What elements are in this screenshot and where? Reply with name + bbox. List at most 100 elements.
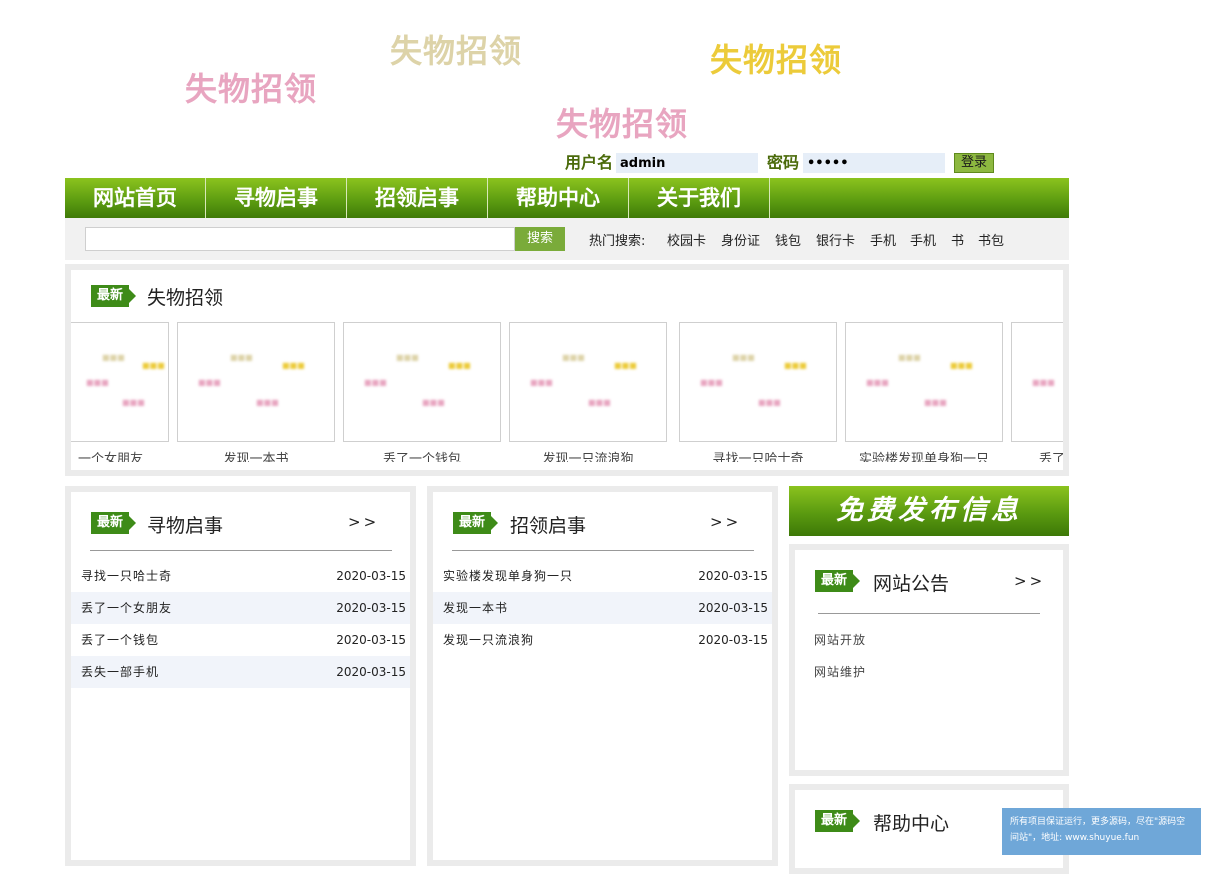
thumb-mark: ■■■ [198, 378, 221, 387]
card-caption: 实验楼发现单身狗一只 [858, 452, 989, 462]
nav-item-about[interactable]: 关于我们 [629, 178, 770, 218]
card-caption: 发现一本书 [223, 452, 289, 462]
row-date: 2020-03-15 [336, 601, 406, 615]
username-label: 用户名 [565, 153, 614, 172]
carousel-card[interactable]: ■■■ ■■■ ■■■ ■■■ 寻找一只哈士奇 [679, 322, 837, 462]
hot-keyword[interactable]: 书包 [978, 230, 1004, 249]
banner-watermark: 失物招领 [710, 41, 843, 79]
publish-info-button[interactable]: 免费发布信息 [789, 486, 1069, 536]
lost-title: 寻物启事 [147, 515, 224, 537]
banner-watermark: 失物招领 [390, 32, 523, 70]
card-caption: 寻找一只哈士奇 [712, 452, 804, 462]
announcement-more-link[interactable]: >> [1014, 572, 1045, 590]
card-caption: 发现一只流浪狗 [542, 452, 634, 462]
thumb-mark: ■■■ [614, 361, 637, 370]
thumb-mark: ■■■ [86, 378, 109, 387]
card-thumbnail: ■■■ ■■■ ■■■ ■■■ [177, 322, 335, 442]
hot-keyword[interactable]: 钱包 [775, 230, 801, 249]
thumb-mark: ■■■ [364, 378, 387, 387]
lost-more-link[interactable]: >> [348, 513, 379, 531]
row-title: 发现一只流浪狗 [443, 633, 535, 647]
carousel-card[interactable]: ■■■ ■■■ ■■■ ■■■ 发现一只流浪狗 [509, 322, 667, 462]
announcement-item[interactable]: 网站维护 [814, 663, 866, 680]
latest-carousel: ■■■ ■■■ ■■■ ■■■ 一个女朋友 ■■■ ■■■ ■■■ ■■■ 发现… [71, 322, 1063, 462]
table-row[interactable]: 寻找一只哈士奇 2020-03-15 [71, 560, 410, 592]
carousel-card[interactable]: ■■■ ■■■ ■■■ ■■■ 发现一本书 [177, 322, 335, 462]
announcement-divider [818, 613, 1040, 614]
password-input[interactable] [803, 153, 945, 173]
carousel-card[interactable]: ■■■ ■■■ ■■■ ■■■ 丢了一个钱包 [343, 322, 501, 462]
row-title: 丢了一个女朋友 [81, 601, 173, 615]
thumb-mark: ■■■ [122, 398, 145, 407]
password-label: 密码 [767, 153, 800, 172]
thumb-mark: ■■■ [700, 378, 723, 387]
table-row[interactable]: 发现一只流浪狗 2020-03-15 [433, 624, 772, 656]
table-row[interactable]: 丢失一部手机 2020-03-15 [71, 656, 410, 688]
announcement-item[interactable]: 网站开放 [814, 631, 866, 648]
login-button[interactable]: 登录 [954, 153, 994, 173]
main-nav: 网站首页 寻物启事 招领启事 帮助中心 关于我们 [65, 178, 1069, 218]
row-title: 寻找一只哈士奇 [81, 569, 173, 583]
banner-watermark: 失物招领 [556, 105, 689, 143]
carousel-card[interactable]: ■■■ ■■■ ■■■ ■■■ 实验楼发现单身狗一只 [845, 322, 1003, 462]
lost-divider [90, 550, 392, 551]
hot-keyword[interactable]: 银行卡 [816, 230, 855, 249]
latest-title: 失物招领 [147, 287, 224, 309]
row-title: 实验楼发现单身狗一只 [443, 569, 574, 583]
found-badge: 最新 [453, 512, 498, 534]
thumb-mark: ■■■ [924, 398, 947, 407]
search-button[interactable]: 搜索 [515, 227, 565, 251]
table-row[interactable]: 实验楼发现单身狗一只 2020-03-15 [433, 560, 772, 592]
thumb-mark: ■■■ [282, 361, 305, 370]
card-thumbnail: ■■■ ■■■ ■■■ ■■■ [71, 322, 169, 442]
row-title: 丢失一部手机 [81, 665, 160, 679]
latest-badge: 最新 [91, 285, 136, 307]
found-title: 招领启事 [510, 515, 587, 537]
card-thumbnail: ■■■ ■■■ ■■■ ■■■ [509, 322, 667, 442]
help-badge: 最新 [815, 810, 860, 832]
thumb-mark: ■■■ [142, 361, 165, 370]
hot-keyword[interactable]: 校园卡 [667, 230, 706, 249]
nav-item-home[interactable]: 网站首页 [65, 178, 206, 218]
hot-search-label: 热门搜索: [589, 234, 646, 249]
row-title: 发现一本书 [443, 601, 509, 615]
row-date: 2020-03-15 [336, 633, 406, 647]
hot-keyword[interactable]: 手机 [870, 230, 896, 249]
card-thumbnail: ■■■ ■■■ ■■■ ■■■ [845, 322, 1003, 442]
thumb-mark: ■■■ [448, 361, 471, 370]
thumb-mark: ■■■ [396, 353, 419, 362]
nav-item-lost[interactable]: 寻物启事 [206, 178, 347, 218]
thumb-mark: ■■■ [562, 353, 585, 362]
table-row[interactable]: 丢了一个女朋友 2020-03-15 [71, 592, 410, 624]
row-date: 2020-03-15 [698, 601, 768, 615]
table-row[interactable]: 丢了一个钱包 2020-03-15 [71, 624, 410, 656]
row-date: 2020-03-15 [336, 665, 406, 679]
search-input[interactable] [85, 227, 515, 251]
nav-item-found[interactable]: 招领启事 [347, 178, 488, 218]
card-thumbnail: ■■■ [1011, 322, 1063, 442]
hot-keyword[interactable]: 手机 [910, 230, 936, 249]
table-row[interactable]: 发现一本书 2020-03-15 [433, 592, 772, 624]
hot-keyword[interactable]: 书 [951, 230, 964, 249]
banner-watermark: 失物招领 [185, 70, 318, 108]
nav-item-help[interactable]: 帮助中心 [488, 178, 629, 218]
announcement-badge: 最新 [815, 570, 860, 592]
announcement-title: 网站公告 [873, 573, 950, 595]
row-date: 2020-03-15 [698, 569, 768, 583]
row-date: 2020-03-15 [336, 569, 406, 583]
carousel-card[interactable]: ■■■ ■■■ ■■■ ■■■ 一个女朋友 [71, 322, 169, 462]
card-thumbnail: ■■■ ■■■ ■■■ ■■■ [343, 322, 501, 442]
carousel-card[interactable]: ■■■ 丢了 [1011, 322, 1063, 462]
thumb-mark: ■■■ [1032, 378, 1055, 387]
username-input[interactable] [616, 153, 758, 173]
found-more-link[interactable]: >> [710, 513, 741, 531]
help-title: 帮助中心 [873, 813, 950, 835]
thumb-mark: ■■■ [866, 378, 889, 387]
thumb-mark: ■■■ [230, 353, 253, 362]
thumb-mark: ■■■ [422, 398, 445, 407]
found-divider [452, 550, 754, 551]
row-title: 丢了一个钱包 [81, 633, 160, 647]
thumb-mark: ■■■ [256, 398, 279, 407]
thumb-mark: ■■■ [102, 353, 125, 362]
hot-keyword[interactable]: 身份证 [721, 230, 760, 249]
